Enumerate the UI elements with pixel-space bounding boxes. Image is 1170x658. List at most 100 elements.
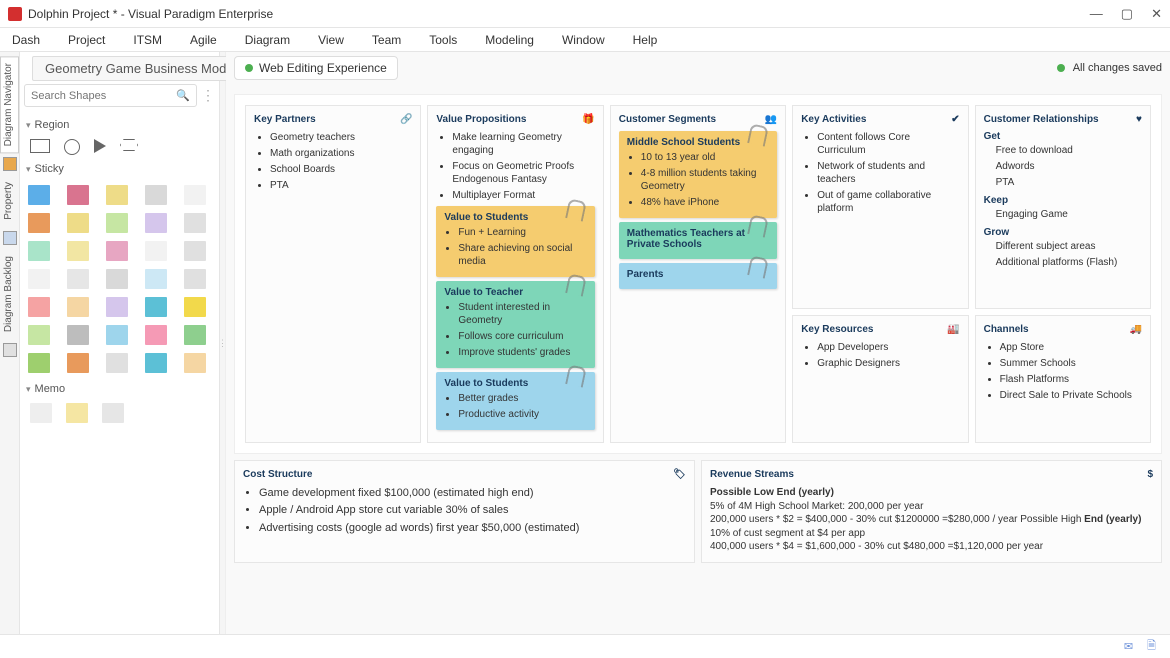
- sticky-swatch[interactable]: [184, 269, 206, 289]
- maximize-button[interactable]: ▢: [1121, 6, 1133, 22]
- sticky-swatch[interactable]: [184, 353, 206, 373]
- menu-diagram[interactable]: Diagram: [245, 33, 290, 47]
- editing-status-label: Web Editing Experience: [259, 61, 387, 75]
- search-shapes-box[interactable]: 🔍: [24, 84, 197, 107]
- menu-window[interactable]: Window: [562, 33, 605, 47]
- sticky-swatch[interactable]: [106, 241, 128, 261]
- list-item: PTA: [996, 176, 1142, 189]
- sticky-swatch[interactable]: [145, 269, 167, 289]
- menu-help[interactable]: Help: [633, 33, 658, 47]
- rev-low-line2: 200,000 users * $2 = $400,000 - 30% cut …: [710, 514, 1081, 525]
- shape-rect[interactable]: [30, 139, 50, 153]
- sticky-swatch[interactable]: [67, 185, 89, 205]
- list-item: Fun + Learning: [458, 226, 586, 239]
- sticky-swatch[interactable]: [145, 213, 167, 233]
- bmc-channels[interactable]: Channels🚚 App StoreSummer SchoolsFlash P…: [975, 315, 1151, 443]
- sidetab-diagram-backlog[interactable]: Diagram Backlog: [0, 249, 19, 339]
- bmc-value-propositions[interactable]: Value Propositions🎁 Make learning Geomet…: [427, 105, 603, 443]
- sticky-swatch[interactable]: [67, 297, 89, 317]
- editing-status: Web Editing Experience: [234, 56, 398, 80]
- menu-tools[interactable]: Tools: [429, 33, 457, 47]
- sticky-swatch[interactable]: [28, 325, 50, 345]
- menu-dash[interactable]: Dash: [12, 33, 40, 47]
- sticky-swatch[interactable]: [28, 269, 50, 289]
- sticky-swatch[interactable]: [67, 269, 89, 289]
- shape-circle[interactable]: [64, 139, 80, 155]
- note-icon[interactable]: 🗎: [1147, 637, 1156, 656]
- sticky-swatch[interactable]: [28, 297, 50, 317]
- sidetab-property[interactable]: Property: [0, 175, 19, 227]
- list-item: Summer Schools: [1000, 357, 1142, 370]
- sticky-swatch[interactable]: [184, 325, 206, 345]
- sticky-swatch[interactable]: [28, 185, 50, 205]
- panel-options-icon[interactable]: ⋮: [201, 87, 215, 104]
- sticky-segment-students[interactable]: Middle School Students 10 to 13 year old…: [619, 131, 777, 218]
- sticky-swatch[interactable]: [184, 213, 206, 233]
- bmc-canvas[interactable]: Key Partners🔗 Geometry teachersMath orga…: [234, 94, 1162, 454]
- rel-grow-hdr: Grow: [984, 227, 1142, 238]
- sticky-swatch[interactable]: [184, 185, 206, 205]
- sticky-swatch[interactable]: [28, 213, 50, 233]
- list-item: Geometry teachers: [270, 131, 412, 144]
- sticky-swatch[interactable]: [145, 353, 167, 373]
- list-item: Advertising costs (google ad words) firs…: [259, 521, 686, 535]
- sticky-swatch[interactable]: [67, 353, 89, 373]
- bmc-key-partners[interactable]: Key Partners🔗 Geometry teachersMath orga…: [245, 105, 421, 443]
- sticky-segment-parents[interactable]: Parents: [619, 263, 777, 289]
- menu-view[interactable]: View: [318, 33, 344, 47]
- bmc-customer-segments[interactable]: Customer Segments👥 Middle School Student…: [610, 105, 786, 443]
- sticky-swatch[interactable]: [106, 325, 128, 345]
- sticky-value-students[interactable]: Value to Students Fun + LearningShare ac…: [436, 206, 594, 277]
- section-memo[interactable]: Memo: [24, 379, 215, 399]
- breadcrumb[interactable]: Geometry Game Business Model: [32, 56, 249, 81]
- list-item: Different subject areas: [996, 240, 1142, 253]
- menu-team[interactable]: Team: [372, 33, 401, 47]
- sticky-swatch[interactable]: [106, 353, 128, 373]
- menu-itsm[interactable]: ITSM: [133, 33, 162, 47]
- close-button[interactable]: ✕: [1151, 6, 1162, 22]
- memo-swatch[interactable]: [66, 403, 88, 423]
- memo-swatch[interactable]: [102, 403, 124, 423]
- sticky-palette: [24, 179, 215, 379]
- shape-triangle[interactable]: [94, 139, 106, 153]
- sticky-swatch[interactable]: [145, 241, 167, 261]
- sticky-swatch[interactable]: [145, 325, 167, 345]
- sticky-swatch[interactable]: [67, 325, 89, 345]
- sticky-swatch[interactable]: [145, 185, 167, 205]
- sticky-swatch[interactable]: [184, 297, 206, 317]
- search-icon[interactable]: 🔍: [176, 89, 190, 102]
- sticky-swatch[interactable]: [67, 213, 89, 233]
- mail-icon[interactable]: ✉: [1124, 640, 1133, 653]
- sidetab-diagram-navigator[interactable]: Diagram Navigator: [0, 56, 19, 153]
- section-region[interactable]: Region: [24, 115, 215, 135]
- people-icon: 👥: [765, 114, 777, 125]
- bmc-key-resources[interactable]: Key Resources🏭 App DevelopersGraphic Des…: [792, 315, 968, 443]
- rev-high-line1: 10% of cust segment at $4 per app: [710, 528, 865, 539]
- bmc-key-activities[interactable]: Key Activities✔ Content follows Core Cur…: [792, 105, 968, 309]
- menu-project[interactable]: Project: [68, 33, 105, 47]
- sticky-swatch[interactable]: [28, 353, 50, 373]
- bmc-customer-relationships[interactable]: Customer Relationships♥ Get Free to down…: [975, 105, 1151, 309]
- minimize-button[interactable]: —: [1090, 6, 1103, 22]
- sticky-title: Value to Teacher: [444, 287, 586, 298]
- section-sticky[interactable]: Sticky: [24, 159, 215, 179]
- search-input[interactable]: [31, 90, 176, 102]
- memo-swatch[interactable]: [30, 403, 52, 423]
- sticky-value-teacher[interactable]: Value to Teacher Student interested in G…: [436, 281, 594, 368]
- bmc-cost-structure[interactable]: Cost Structure🏷 Game development fixed $…: [234, 460, 695, 563]
- sticky-value-students-2[interactable]: Value to Students Better gradesProductiv…: [436, 372, 594, 430]
- menu-modeling[interactable]: Modeling: [485, 33, 534, 47]
- sticky-swatch[interactable]: [145, 297, 167, 317]
- sticky-swatch[interactable]: [28, 241, 50, 261]
- menu-agile[interactable]: Agile: [190, 33, 217, 47]
- sticky-swatch[interactable]: [106, 269, 128, 289]
- shape-hexagon[interactable]: [120, 139, 138, 151]
- bmc-revenue-streams[interactable]: Revenue Streams$ Possible Low End (yearl…: [701, 460, 1162, 563]
- sticky-swatch[interactable]: [106, 213, 128, 233]
- sticky-swatch[interactable]: [106, 297, 128, 317]
- sticky-swatch[interactable]: [184, 241, 206, 261]
- list-item: Apple / Android App store cut variable 3…: [259, 503, 686, 517]
- sticky-segment-teachers[interactable]: Mathematics Teachers at Private Schools: [619, 222, 777, 259]
- sticky-swatch[interactable]: [67, 241, 89, 261]
- sticky-swatch[interactable]: [106, 185, 128, 205]
